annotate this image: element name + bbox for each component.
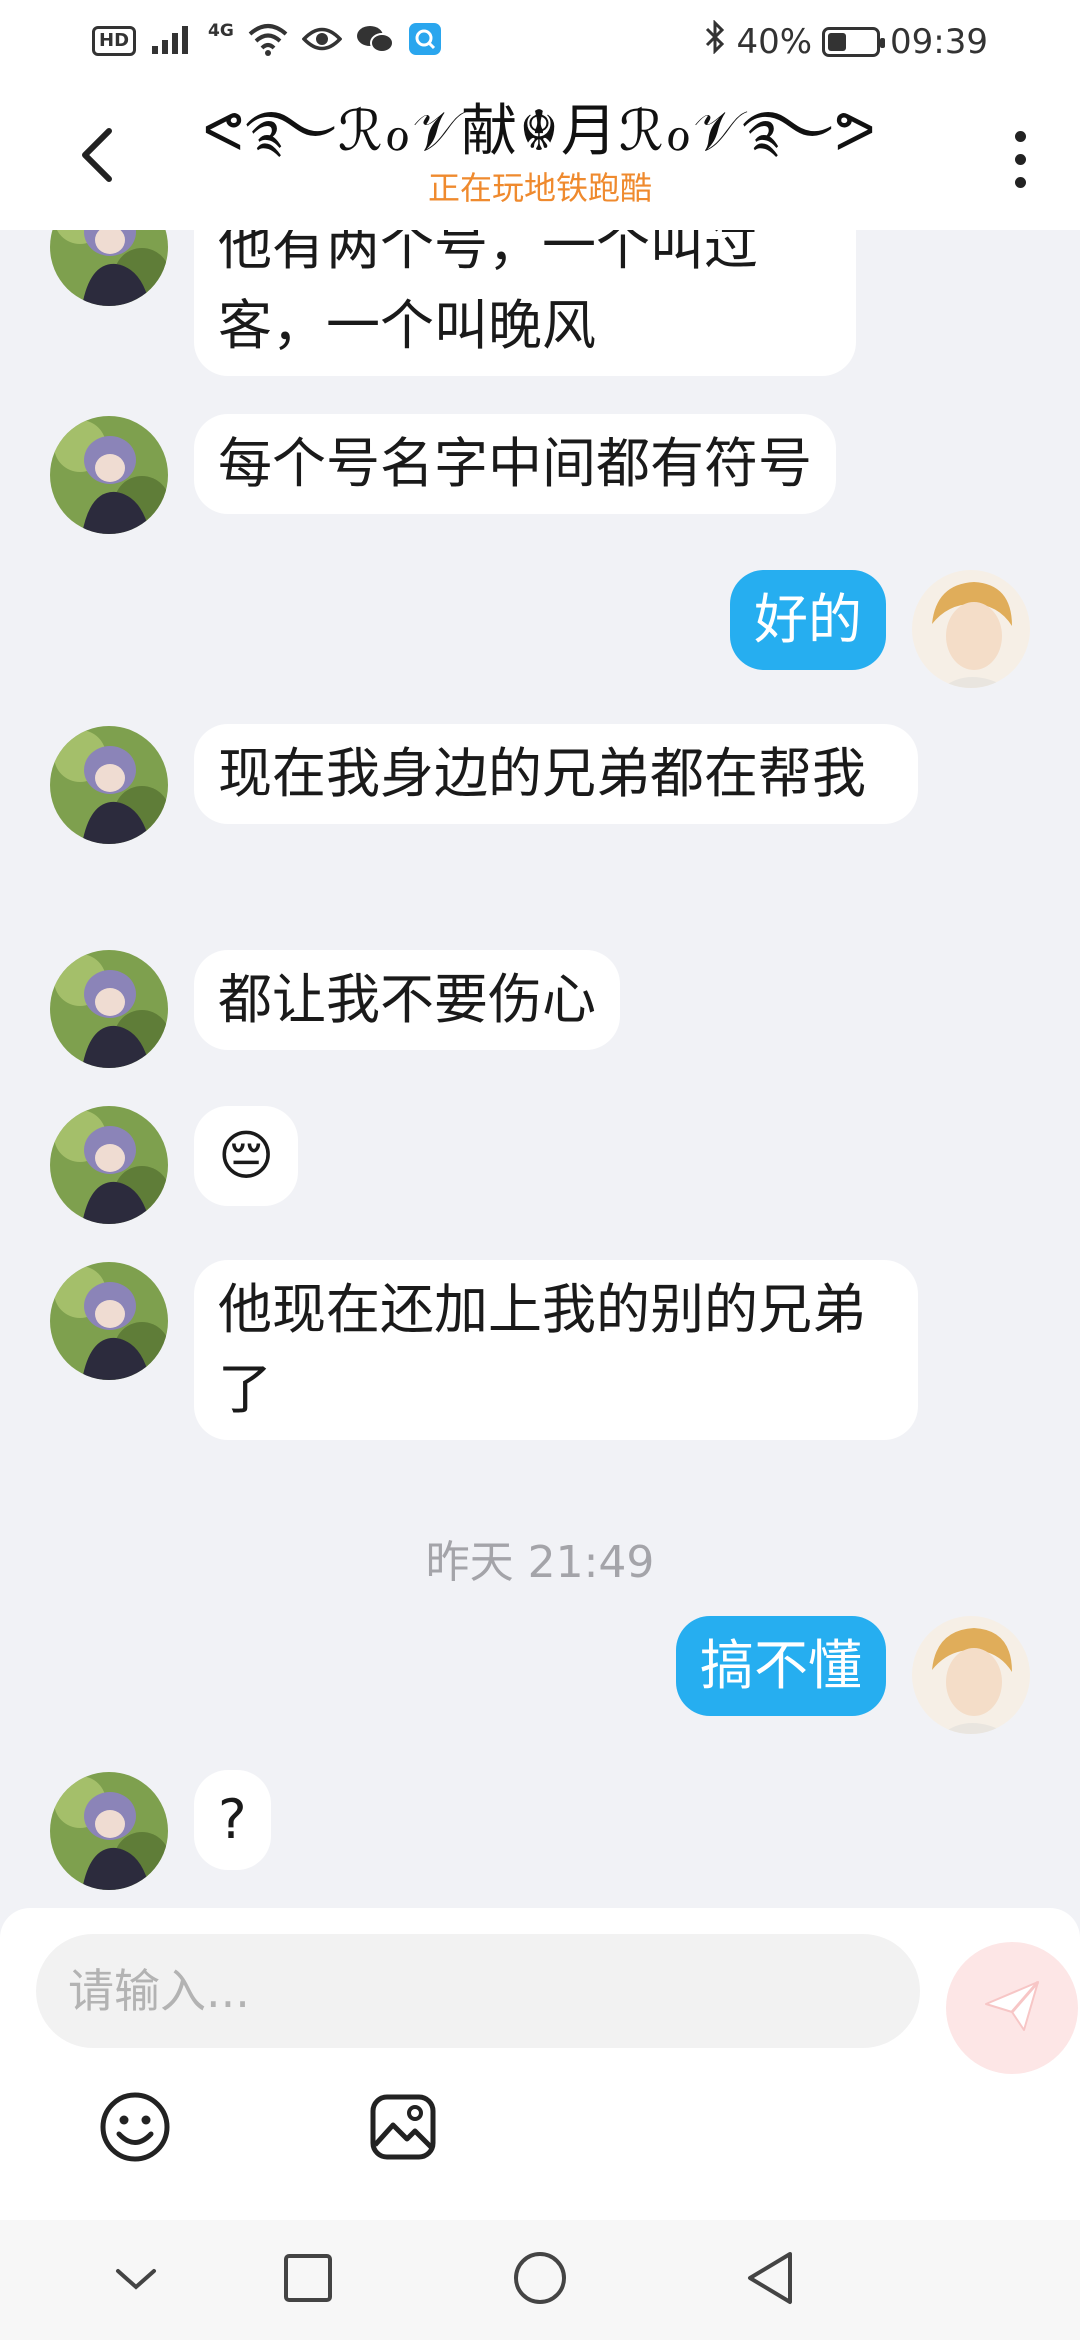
paper-plane-icon [980,1974,1044,2042]
my-avatar[interactable] [912,570,1030,688]
contact-avatar[interactable] [50,1772,168,1890]
message-bubble-incoming[interactable]: 每个号名字中间都有符号 [194,414,836,514]
message-bubble-incoming[interactable]: ? [194,1770,271,1870]
wechat-icon [356,23,394,59]
send-button[interactable] [946,1942,1078,2074]
nav-recents-button[interactable] [272,2244,344,2316]
message-timestamp: 昨天 21:49 [425,1537,655,1588]
back-button[interactable] [62,122,132,192]
nav-back-button[interactable] [734,2244,806,2316]
triangle-back-icon [744,2250,796,2310]
message-bubble-incoming[interactable]: 他有两个号，一个叫过客，一个叫晚风 [194,230,856,376]
more-vertical-icon-dot [1014,153,1026,165]
more-vertical-icon-dot [1014,130,1026,142]
contact-avatar[interactable] [50,1106,168,1224]
message-input[interactable] [36,1934,920,2048]
smiley-icon [99,2091,171,2167]
status-bar: HD 4G 40% 09:39 [0,0,1080,86]
bluetooth-icon [704,19,726,63]
system-nav-bar [0,2220,1080,2340]
wifi-icon [248,22,288,60]
contact-avatar[interactable] [50,230,168,306]
qq-browser-icon [408,22,442,60]
nav-home-button[interactable] [504,2244,576,2316]
message-bubble-outgoing[interactable]: 好的 [730,570,886,670]
battery-icon [822,26,886,57]
message-bubble-incoming[interactable]: 都让我不要伤心 [194,950,620,1050]
eye-icon [301,24,343,58]
my-avatar[interactable] [912,1616,1030,1734]
chevron-left-icon [77,125,117,189]
hd-badge: HD [92,26,137,56]
image-button[interactable] [358,2084,448,2174]
more-options-button[interactable] [1000,124,1040,194]
status-bar-right: 40% 09:39 [704,19,988,63]
chevron-down-icon [112,2263,160,2297]
message-list[interactable]: 他有两个号，一个叫过客，一个叫晚风 每个号名字中间都有符号 好的 现在我身边的兄… [0,230,1080,1910]
nav-collapse-button[interactable] [100,2244,172,2316]
status-bar-left: HD 4G [92,21,442,60]
composer [0,1908,1080,2220]
contact-avatar[interactable] [50,726,168,844]
chat-title-block: ᕙ࿐ℛℴ𝒱献☬月ℛℴ𝒱࿐ᕗ 正在玩地铁跑酷 [200,90,880,210]
message-bubble-incoming[interactable]: 他现在还加上我的别的兄弟了 [194,1260,918,1440]
contact-avatar[interactable] [50,1262,168,1380]
battery-level-fill [828,32,847,51]
circle-icon [512,2250,568,2310]
contact-avatar[interactable] [50,950,168,1068]
contact-avatar[interactable] [50,416,168,534]
network-type: 4G [208,21,234,41]
battery-percent: 40% [736,21,813,62]
chat-title: ᕙ࿐ℛℴ𝒱献☬月ℛℴ𝒱࿐ᕗ [202,99,878,164]
message-bubble-incoming[interactable]: 现在我身边的兄弟都在帮我 [194,724,918,824]
clock: 09:39 [890,21,988,62]
message-bubble-emoji[interactable]: 😔 [194,1106,299,1206]
signal-icon [150,22,194,60]
emoji-button[interactable] [90,2084,180,2174]
image-icon [367,2091,439,2167]
chat-header: ᕙ࿐ℛℴ𝒱献☬月ℛℴ𝒱࿐ᕗ 正在玩地铁跑酷 [0,86,1080,230]
more-vertical-icon-dot [1014,176,1026,188]
message-bubble-outgoing[interactable]: 搞不懂 [676,1616,886,1716]
square-icon [282,2252,334,2308]
